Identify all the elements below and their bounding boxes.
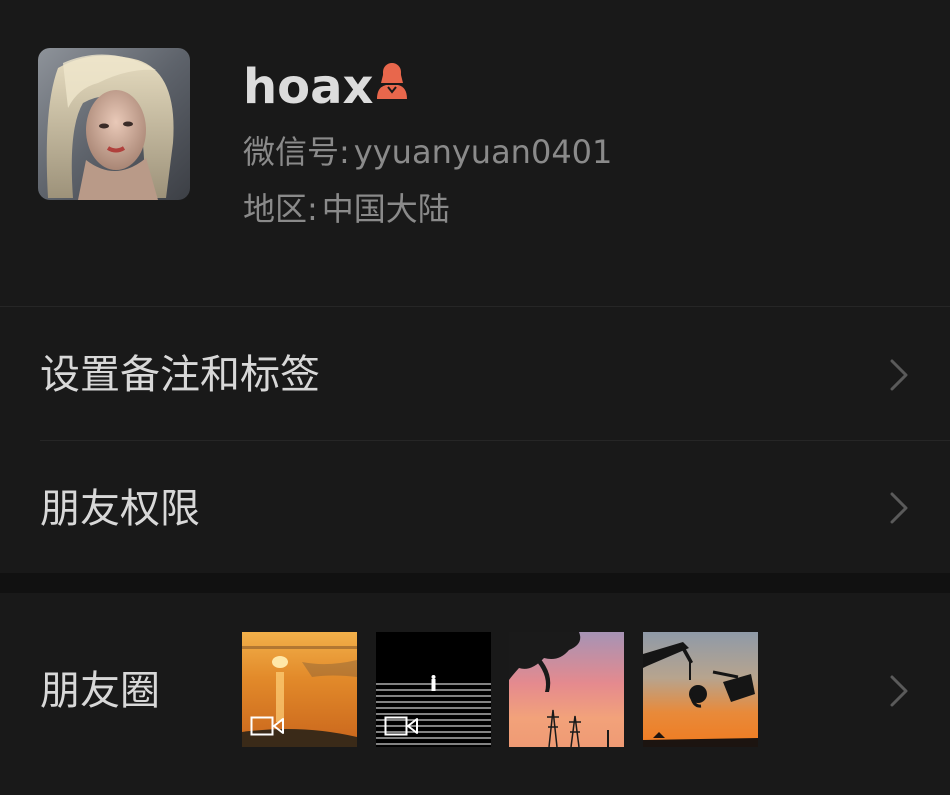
moments-thumbnail[interactable]: [376, 632, 491, 747]
wechat-id-value: yyuanyuan0401: [353, 133, 613, 171]
friend-permissions-label: 朋友权限: [40, 486, 200, 532]
nickname: hoax: [243, 59, 374, 115]
wechat-id-label: 微信号:: [243, 133, 350, 171]
remark-tags-label: 设置备注和标签: [40, 352, 320, 398]
moments-thumbnail[interactable]: [509, 632, 624, 747]
region-value: 中国大陆: [321, 190, 450, 228]
avatar[interactable]: [38, 48, 190, 200]
wechat-id-row: 微信号: yyuanyuan0401: [243, 132, 612, 172]
region-row: 地区: 中国大陆: [243, 189, 450, 229]
video-icon: [250, 716, 284, 736]
chevron-right-icon: [890, 675, 908, 707]
remark-tags-row[interactable]: 设置备注和标签: [0, 307, 950, 440]
video-icon: [384, 716, 418, 736]
chevron-right-icon: [890, 359, 908, 391]
moments-label: 朋友圈: [40, 668, 160, 714]
profile-header: hoax 微信号: yyuanyuan0401 地区: 中国大陆: [0, 0, 950, 306]
section-gap: [0, 573, 950, 593]
moments-thumbnail[interactable]: [242, 632, 357, 747]
moments-thumbnail[interactable]: [643, 632, 758, 747]
female-icon: [377, 63, 407, 99]
chevron-right-icon: [890, 492, 908, 524]
friend-permissions-row[interactable]: 朋友权限: [0, 441, 950, 573]
region-label: 地区:: [243, 190, 318, 228]
